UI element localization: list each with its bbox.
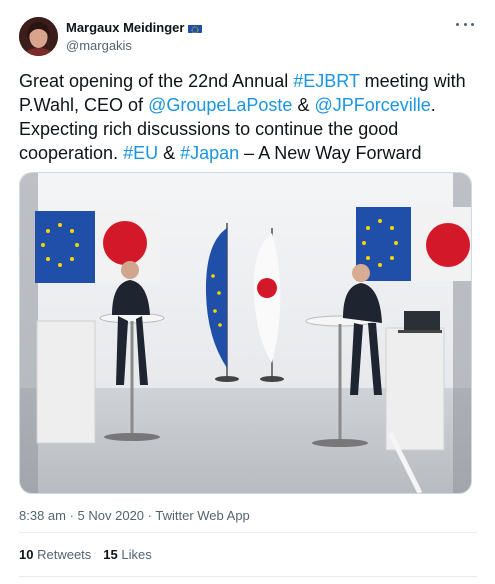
tweet-photo[interactable] [19,172,472,494]
retweets-count: 10 [19,547,34,562]
retweets-label: Retweets [37,547,92,562]
eu-flag-icon [188,23,203,33]
tweet-text-segment: & [292,95,315,115]
banner-left [35,211,160,283]
laptop [398,311,442,333]
hashtag-link[interactable]: #Japan [180,143,239,163]
avatar[interactable] [19,17,58,56]
tweet-text: Great opening of the 22nd Annual #EJBRT … [19,69,481,165]
meta-separator: · [65,508,78,523]
meta-separator-2: · [144,508,156,523]
hashtag-link[interactable]: #EU [123,143,158,163]
tweet-stats: 10 Retweets 15 Likes [19,547,152,562]
retweets-stat[interactable]: 10 Retweets [19,547,91,562]
tweet-meta: 8:38 am · 5 Nov 2020 · Twitter Web App [19,508,250,523]
banner-right [356,207,471,281]
tweet-text-segment: Great opening of the 22nd Annual [19,71,294,91]
tweet-date[interactable]: 5 Nov 2020 [78,508,145,523]
author-name[interactable]: Margaux Meidinger [66,20,203,35]
likes-count: 15 [103,547,118,562]
tweet-text-segment: – A New Way Forward [239,143,422,163]
tweet-text-segment: & [158,143,181,163]
tweet-time[interactable]: 8:38 am [19,508,66,523]
divider-bottom [19,576,477,577]
author-name-text[interactable]: Margaux Meidinger [66,20,184,35]
tweet-source[interactable]: Twitter Web App [155,508,249,523]
likes-label: Likes [121,547,152,562]
more-options-icon[interactable] [456,18,474,30]
mention-link[interactable]: @GroupeLaPoste [148,95,292,115]
author-handle[interactable]: @margakis [66,38,132,53]
divider-top [19,532,477,533]
photo-image [20,173,471,493]
hashtag-link[interactable]: #EJBRT [293,71,359,91]
tweet-card: Margaux Meidinger @margakis Great openin… [0,0,495,584]
mention-link[interactable]: @JPForceville [314,95,430,115]
likes-stat[interactable]: 15 Likes [103,547,151,562]
